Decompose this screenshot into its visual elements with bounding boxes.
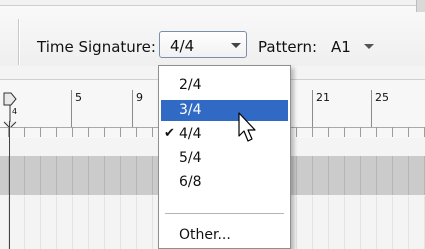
bar-number: 21: [316, 91, 330, 104]
time-signature-combo[interactable]: 4/4: [159, 31, 247, 58]
menu-item-5-4[interactable]: 5/4: [161, 148, 288, 169]
bar-line: [71, 90, 72, 127]
bar-number: 5: [75, 91, 82, 104]
top-edge: [0, 0, 425, 6]
menu-item-label: 3/4: [179, 102, 202, 118]
menu-item-label: 4/4: [179, 126, 202, 142]
menu-item-label: 5/4: [179, 150, 202, 166]
mouse-pointer-icon: [238, 112, 256, 142]
chevron-down-icon[interactable]: [231, 43, 241, 48]
menu-item-3-4[interactable]: 3/4: [161, 100, 288, 121]
bar-line: [371, 90, 372, 127]
start-marker-label: 4: [12, 107, 18, 116]
time-signature-dropdown: 2/4 3/4 ✔ 4/4 5/4 6/8 Other...: [158, 65, 291, 249]
chevron-down-icon[interactable]: [364, 44, 374, 49]
menu-item-6-8[interactable]: 6/8: [161, 172, 288, 193]
menu-item-4-4[interactable]: ✔ 4/4: [161, 124, 288, 145]
menu-item-2-4[interactable]: 2/4: [161, 75, 288, 96]
playhead-line[interactable]: [9, 121, 10, 249]
menu-item-other[interactable]: Other...: [161, 225, 288, 246]
menu-separator: [165, 213, 284, 214]
pattern-label: Pattern:: [258, 38, 318, 56]
toolbar-separator: [18, 19, 19, 65]
scrollbar-corner[interactable]: [416, 0, 425, 12]
time-signature-value: 4/4: [170, 37, 195, 55]
menu-item-label: 2/4: [179, 77, 202, 93]
check-icon: ✔: [164, 126, 175, 141]
bar-line: [312, 90, 313, 127]
menu-item-label: 6/8: [179, 174, 202, 190]
bar-number: 25: [375, 91, 389, 104]
time-signature-label: Time Signature:: [37, 38, 156, 56]
bar-number: 9: [136, 91, 143, 104]
pattern-value[interactable]: A1: [331, 38, 351, 56]
menu-item-label: Other...: [179, 227, 231, 243]
bar-line: [132, 90, 133, 127]
toolbar: Time Signature: 4/4 Pattern: A1: [0, 0, 425, 66]
